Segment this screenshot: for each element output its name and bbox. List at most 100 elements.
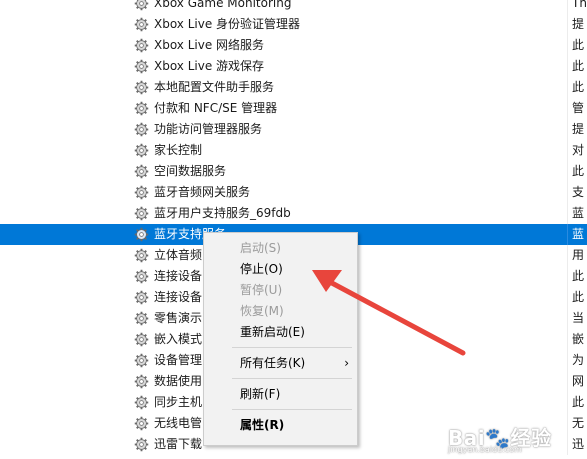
service-name: Xbox Game Monitoring: [154, 0, 291, 14]
service-name: 连接设备: [154, 266, 202, 287]
menu-item-label: 刷新(F): [240, 387, 280, 401]
menu-item[interactable]: 所有任务(K)›: [204, 352, 357, 374]
service-description: 此: [572, 287, 587, 308]
service-name: Xbox Live 网络服务: [154, 35, 264, 56]
column-divider: [567, 371, 568, 392]
column-divider: [567, 392, 568, 413]
service-description: 管: [572, 98, 587, 119]
gear-icon: [134, 395, 149, 410]
service-row[interactable]: 蓝牙用户支持服务_69fdb蓝: [0, 203, 587, 224]
column-divider: [567, 182, 568, 203]
menu-item-label: 停止(O): [240, 262, 283, 276]
column-divider: [567, 434, 568, 455]
column-divider: [567, 0, 568, 14]
gear-icon: [134, 185, 149, 200]
context-menu: 启动(S)停止(O)暂停(U)恢复(M)重新启动(E)所有任务(K)›刷新(F)…: [203, 232, 358, 446]
service-description: 此: [572, 56, 587, 77]
service-row[interactable]: Xbox Live 身份验证管理器 提: [0, 14, 587, 35]
column-divider: [567, 266, 568, 287]
column-divider: [567, 98, 568, 119]
menu-item-label: 属性(R): [240, 418, 284, 432]
gear-icon: [134, 122, 149, 137]
column-divider: [567, 287, 568, 308]
service-description: 此: [572, 161, 587, 182]
service-row[interactable]: Xbox Live 网络服务此: [0, 35, 587, 56]
service-description: 迅: [572, 434, 587, 455]
column-divider: [567, 329, 568, 350]
menu-item: 恢复(M): [204, 300, 357, 322]
gear-icon: [134, 59, 149, 74]
menu-item[interactable]: 刷新(F): [204, 383, 357, 405]
service-name: 付款和 NFC/SE 管理器: [154, 98, 277, 119]
gear-icon: [134, 248, 149, 263]
service-description: 为: [572, 350, 587, 371]
service-row[interactable]: 家长控制 对: [0, 140, 587, 161]
gear-icon: [134, 80, 149, 95]
service-name: Xbox Live 身份验证管理器: [154, 14, 300, 35]
gear-icon: [134, 101, 149, 116]
column-divider: [567, 140, 568, 161]
service-description: 支: [572, 182, 587, 203]
service-description: 对: [572, 140, 587, 161]
service-row[interactable]: 功能访问管理器服务提: [0, 119, 587, 140]
menu-item-label: 所有任务(K): [240, 356, 305, 370]
menu-item-label: 恢复(M): [240, 304, 284, 318]
service-description: 当: [572, 308, 587, 329]
column-divider: [567, 14, 568, 35]
column-divider: [567, 161, 568, 182]
service-name: 无线电管: [154, 413, 202, 434]
service-name: 蓝牙音频网关服务: [154, 182, 250, 203]
gear-icon: [134, 269, 149, 284]
service-row[interactable]: 本地配置文件助手服务此: [0, 77, 587, 98]
service-row[interactable]: 空间数据服务 此: [0, 161, 587, 182]
gear-icon: [134, 143, 149, 158]
gear-icon: [134, 311, 149, 326]
menu-item: 暂停(U): [204, 279, 357, 301]
service-name: Xbox Live 游戏保存: [154, 56, 264, 77]
service-description: 用: [572, 245, 587, 266]
service-description: 网: [572, 371, 587, 392]
gear-icon: [134, 206, 149, 221]
column-divider: [567, 350, 568, 371]
service-description: 此: [572, 392, 587, 413]
service-name: 同步主机: [154, 392, 202, 413]
gear-icon: [134, 17, 149, 32]
gear-icon: [134, 437, 149, 452]
service-description: 提: [572, 14, 587, 35]
service-row[interactable]: Xbox Game MonitoringTh: [0, 0, 587, 14]
gear-icon: [134, 416, 149, 431]
menu-item[interactable]: 停止(O): [204, 258, 357, 280]
service-row[interactable]: 蓝牙音频网关服务 支: [0, 182, 587, 203]
column-divider: [567, 119, 568, 140]
gear-icon: [134, 227, 149, 242]
service-name: 数据使用: [154, 371, 202, 392]
service-description: 提: [572, 119, 587, 140]
watermark: Bai🐾经验 jingyan.baidu.com: [448, 422, 552, 444]
menu-separator: [232, 347, 352, 348]
service-row[interactable]: 付款和 NFC/SE 管理器 管: [0, 98, 587, 119]
service-description: 此: [572, 266, 587, 287]
service-description: 嵌: [572, 329, 587, 350]
service-description: 蓝: [572, 224, 587, 245]
column-divider: [567, 413, 568, 434]
service-description: 无: [572, 413, 587, 434]
column-divider: [567, 56, 568, 77]
service-name: 立体音频: [154, 245, 202, 266]
service-name: 嵌入模式: [154, 329, 202, 350]
column-divider: [567, 245, 568, 266]
column-divider: [567, 77, 568, 98]
service-name: 空间数据服务: [154, 161, 226, 182]
gear-icon: [134, 374, 149, 389]
column-divider: [567, 308, 568, 329]
menu-separator: [232, 409, 352, 410]
gear-icon: [134, 0, 149, 11]
menu-item-label: 暂停(U): [240, 283, 282, 297]
service-name: 蓝牙用户支持服务_69fdb: [154, 203, 291, 224]
menu-item[interactable]: 属性(R): [204, 414, 357, 436]
service-row[interactable]: Xbox Live 游戏保存 此: [0, 56, 587, 77]
gear-icon: [134, 353, 149, 368]
service-name: 家长控制: [154, 140, 202, 161]
menu-item[interactable]: 重新启动(E): [204, 321, 357, 343]
service-name: 零售演示: [154, 308, 202, 329]
menu-item-label: 重新启动(E): [240, 325, 305, 339]
